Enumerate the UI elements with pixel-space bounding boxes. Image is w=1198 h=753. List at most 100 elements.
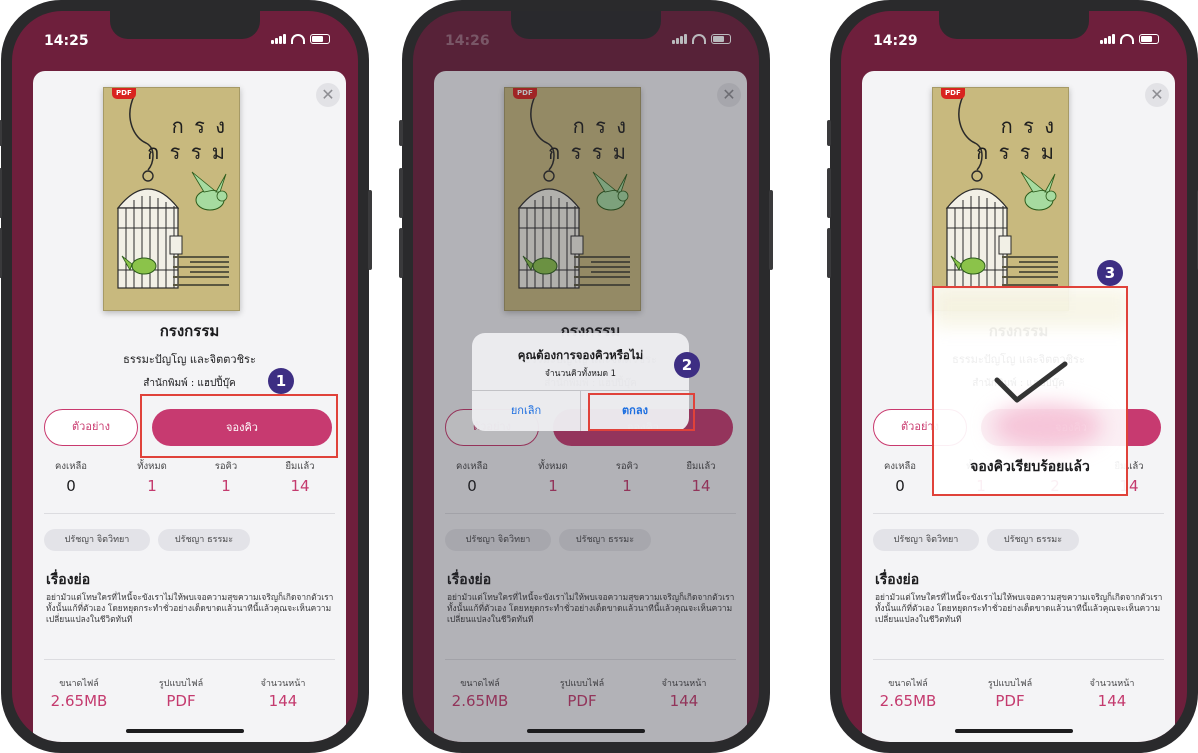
step-badge: 1 <box>268 368 294 394</box>
highlight-box <box>588 393 695 431</box>
stat-value: 14 <box>290 477 310 495</box>
pdf-badge: PDF <box>112 88 136 99</box>
signal-icon <box>271 34 286 44</box>
dialog-title: คุณต้องการจองคิวหรือไม่ <box>517 348 644 362</box>
category-tag[interactable]: ปรัชญา จิตวิทยา <box>44 529 150 551</box>
mute-switch <box>399 120 403 146</box>
mute-switch <box>0 120 2 146</box>
checkmark-icon <box>994 361 1068 403</box>
book-cover: PDF ก ร งก ร ร ม <box>932 87 1069 311</box>
status-bar: 14:25 <box>12 11 358 67</box>
file-size-info: ขนาดไฟล์ 2.65MB <box>34 676 124 710</box>
phone-step-1: 14:25 ✕ PDF ก ร งก ร ร มกรงกรรมธรรมะปัญโญ แ… <box>0 0 372 753</box>
file-info-value: 144 <box>268 692 298 710</box>
home-indicator <box>527 729 645 733</box>
file-info-label: รูปแบบไฟล์ <box>987 679 1033 689</box>
file-info-label: จำนวนหน้า <box>1089 679 1135 689</box>
notch <box>939 11 1089 39</box>
cover-title-line2: ก ร ร ม <box>147 140 227 164</box>
close-icon[interactable]: ✕ <box>316 83 340 107</box>
file-info-value: PDF <box>995 692 1025 710</box>
phone-screen: 14:29✕PDFก ร งก ร ร มกรงกรรมธรรมะปัญโญ แ… <box>841 11 1187 742</box>
file-info-label: ขนาดไฟล์ <box>59 679 99 689</box>
pdf-badge: PDF <box>941 88 965 99</box>
file-info-label: จำนวนหน้า <box>260 679 306 689</box>
file-info-label: รูปแบบไฟล์ <box>158 679 204 689</box>
book-author: ธรรมะปัญโญ และจิตตวชิระ <box>123 353 256 366</box>
availability-stats: คงเหลือ 0 ทั้งหมด 1 รอคิว 1 ยืมแล้ว 14 <box>33 459 346 503</box>
stat-waiting: รอคิว 1 <box>191 459 261 495</box>
volume-down-button <box>399 228 403 278</box>
volume-up-button <box>0 168 2 218</box>
home-indicator <box>955 729 1073 733</box>
synopsis-text: อย่ามัวแต่โทษใครที่ไหนี้จะขังเราไม่ให้พบ… <box>46 592 334 624</box>
divider <box>873 659 1164 660</box>
synopsis-heading: เรื่องย่อ <box>46 572 91 588</box>
file-size-info: ขนาดไฟล์ 2.65MB <box>863 676 953 710</box>
home-indicator <box>126 729 244 733</box>
file-info-value: 144 <box>1097 692 1127 710</box>
stat-borrowed: ยืมแล้ว 14 <box>265 459 335 495</box>
reserve-success-popup: จองคิวเรียบร้อยแล้ว <box>932 286 1128 496</box>
stat-remaining: คงเหลือ 0 <box>36 459 106 495</box>
phone-step-2: 14:26✕PDFก ร งก ร ร มกรงกรรมธรรมะปัญโญ แ… <box>399 0 773 753</box>
category-tag[interactable]: ปรัชญา จิตวิทยา <box>873 529 979 551</box>
power-button <box>769 190 773 270</box>
step-badge: 3 <box>1097 260 1123 286</box>
stat-label: คงเหลือ <box>54 461 88 472</box>
notch <box>110 11 260 39</box>
file-format-info: รูปแบบไฟล์ PDF <box>136 676 226 710</box>
battery-icon <box>310 34 330 44</box>
status-time: 14:25 <box>44 33 89 49</box>
phone-step-3: 14:29✕PDFก ร งก ร ร มกรงกรรมธรรมะปัญโญ แ… <box>827 0 1198 753</box>
battery-icon <box>1139 34 1159 44</box>
volume-down-button <box>0 228 2 278</box>
volume-up-button <box>827 168 831 218</box>
success-message: จองคิวเรียบร้อยแล้ว <box>970 459 1090 475</box>
file-info-value: 2.65MB <box>50 692 108 710</box>
category-tag[interactable]: ปรัชญา ธรรมะ <box>158 529 250 551</box>
signal-icon <box>1100 34 1115 44</box>
popup-glow <box>992 403 1102 449</box>
status-time: 14:29 <box>873 33 918 49</box>
phone-screen: 14:25 ✕ PDF ก ร งก ร ร มกรงกรรมธรรมะปัญโญ แ… <box>12 11 358 742</box>
page-count-info: จำนวนหน้า 144 <box>238 676 328 710</box>
page-count-info: จำนวนหน้า 144 <box>1067 676 1157 710</box>
synopsis-text: อย่ามัวแต่โทษใครที่ไหนี้จะขังเราไม่ให้พบ… <box>875 592 1163 624</box>
status-bar: 14:29 <box>841 11 1187 67</box>
mute-switch <box>827 120 831 146</box>
category-tag[interactable]: ปรัชญา ธรรมะ <box>987 529 1079 551</box>
cover-blurb <box>173 256 229 289</box>
cover-blurb <box>1002 256 1058 289</box>
step-badge: 2 <box>674 352 700 378</box>
sample-button[interactable]: ตัวอย่าง <box>44 409 138 446</box>
book-cover: PDF ก ร งก ร ร ม <box>103 87 240 311</box>
volume-down-button <box>827 228 831 278</box>
phone-screen: 14:26✕PDFก ร งก ร ร มกรงกรรมธรรมะปัญโญ แ… <box>413 11 759 742</box>
book-publisher: สำนักพิมพ์ : แฮปปี้บุ๊ค <box>143 378 236 389</box>
divider <box>873 513 1164 514</box>
wifi-icon <box>291 34 305 44</box>
dialog-message: จำนวนคิวทั้งหมด 1 <box>544 369 617 379</box>
wifi-icon <box>1120 34 1134 44</box>
stat-label: ทั้งหมด <box>137 461 167 472</box>
status-icons <box>1100 34 1159 44</box>
stat-label: คงเหลือ <box>883 461 917 472</box>
divider <box>44 513 335 514</box>
stat-value: 0 <box>895 477 905 495</box>
power-button <box>368 190 372 270</box>
stat-remaining: คงเหลือ 0 <box>865 459 935 495</box>
stat-value: 0 <box>66 477 76 495</box>
popup-glow <box>934 288 1126 328</box>
stat-value: 1 <box>147 477 157 495</box>
stat-total: ทั้งหมด 1 <box>117 459 187 495</box>
file-info-value: 2.65MB <box>879 692 937 710</box>
divider <box>44 659 335 660</box>
status-icons <box>271 34 330 44</box>
close-icon[interactable]: ✕ <box>1145 83 1169 107</box>
book-title: กรงกรรม <box>159 322 220 340</box>
dialog-cancel-button[interactable]: ยกเลิก <box>472 390 580 431</box>
file-info-label: ขนาดไฟล์ <box>888 679 928 689</box>
file-info-value: PDF <box>166 692 196 710</box>
cover-title-line2: ก ร ร ม <box>976 140 1056 164</box>
